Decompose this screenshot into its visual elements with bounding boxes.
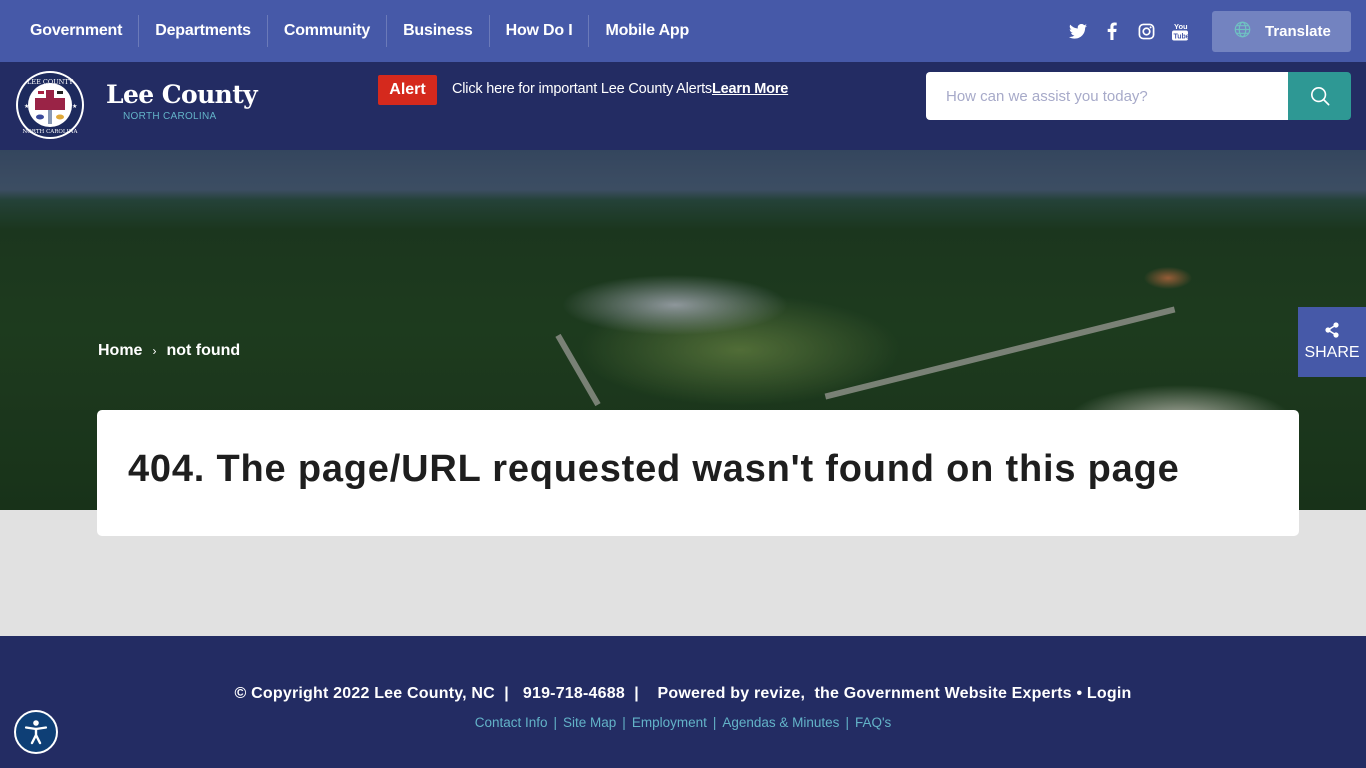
nav-item-business[interactable]: Business: [387, 15, 490, 47]
svg-text:NORTH CAROLINA: NORTH CAROLINA: [22, 129, 78, 135]
alert-badge: Alert: [378, 75, 437, 105]
breadcrumb-separator: ›: [152, 344, 157, 358]
footer-link-separator: |: [845, 715, 849, 730]
translate-button[interactable]: Translate: [1212, 11, 1351, 52]
footer-link-separator: |: [553, 715, 558, 730]
nav-item-community[interactable]: Community: [268, 15, 388, 47]
breadcrumb-home[interactable]: Home: [98, 342, 142, 360]
top-navigation-bar: Government Departments Community Busines…: [0, 0, 1366, 62]
accessibility-icon: [24, 720, 48, 745]
instagram-icon[interactable]: [1136, 20, 1156, 42]
nav-item-departments[interactable]: Departments: [139, 15, 268, 47]
copyright-text: © Copyright 2022 Lee County, NC: [234, 685, 495, 702]
site-header: LEE COUNTY NORTH CAROLINA ★ ★ Lee County…: [0, 62, 1366, 150]
footer-link-separator: |: [712, 715, 717, 730]
alert-message[interactable]: Click here for important Lee County Aler…: [452, 81, 788, 97]
search-bar: [926, 72, 1351, 120]
main-nav: Government Departments Community Busines…: [14, 15, 705, 47]
twitter-icon[interactable]: [1068, 20, 1088, 42]
facebook-icon[interactable]: [1102, 20, 1122, 42]
footer-link-faqs[interactable]: FAQ's: [855, 715, 891, 730]
footer-link-employment[interactable]: Employment: [632, 715, 707, 730]
accessibility-button[interactable]: [14, 710, 58, 754]
share-button[interactable]: SHARE: [1298, 307, 1366, 377]
footer-divider: |: [634, 685, 639, 702]
county-seal-logo[interactable]: LEE COUNTY NORTH CAROLINA ★ ★: [15, 70, 85, 140]
globe-icon: [1234, 21, 1251, 42]
svg-text:★: ★: [72, 103, 77, 110]
svg-text:You: You: [1174, 22, 1188, 31]
powered-by-link[interactable]: Powered by revize, the Government Websit…: [658, 685, 1072, 702]
footer-link-contact-info[interactable]: Contact Info: [475, 715, 548, 730]
search-icon: [1310, 87, 1329, 106]
content-card: 404. The page/URL requested wasn't found…: [97, 410, 1299, 536]
social-links: You Tube: [1068, 20, 1190, 42]
nav-item-how-do-i[interactable]: How Do I: [490, 15, 590, 47]
breadcrumb-current: not found: [166, 342, 241, 359]
nav-item-mobile-app[interactable]: Mobile App: [589, 15, 705, 47]
alert-text: Click here for important Lee County Aler…: [452, 81, 712, 97]
learn-more-link[interactable]: Learn More: [712, 81, 788, 97]
svg-text:★: ★: [24, 103, 29, 110]
footer-info: © Copyright 2022 Lee County, NC | 919-71…: [0, 685, 1366, 703]
footer-link-agendas-minutes[interactable]: Agendas & Minutes: [722, 715, 839, 730]
svg-text:LEE COUNTY: LEE COUNTY: [27, 78, 74, 86]
share-label: SHARE: [1304, 344, 1360, 361]
translate-label: Translate: [1265, 23, 1331, 40]
youtube-icon[interactable]: You Tube: [1170, 20, 1190, 42]
share-icon: [1325, 322, 1339, 338]
page-heading: 404. The page/URL requested wasn't found…: [128, 448, 1180, 490]
svg-text:Tube: Tube: [1174, 33, 1189, 40]
nav-item-government[interactable]: Government: [14, 15, 140, 47]
brand-name[interactable]: Lee County: [106, 80, 258, 109]
footer-links: Contact Info | Site Map | Employment | Agendas…: [0, 715, 1366, 730]
footer-phone[interactable]: 919-718-4688: [523, 685, 625, 702]
search-button[interactable]: [1288, 72, 1351, 120]
brand-subtitle: NORTH CAROLINA: [123, 111, 217, 122]
breadcrumb: Home › not found: [98, 342, 240, 360]
footer-divider: |: [504, 685, 509, 702]
footer-link-separator: |: [622, 715, 626, 730]
search-input[interactable]: [926, 72, 1288, 120]
footer-link-site-map[interactable]: Site Map: [563, 715, 616, 730]
footer-bullet: •: [1076, 685, 1083, 702]
login-link[interactable]: Login: [1087, 685, 1132, 702]
site-footer: © Copyright 2022 Lee County, NC | 919-71…: [0, 636, 1366, 768]
